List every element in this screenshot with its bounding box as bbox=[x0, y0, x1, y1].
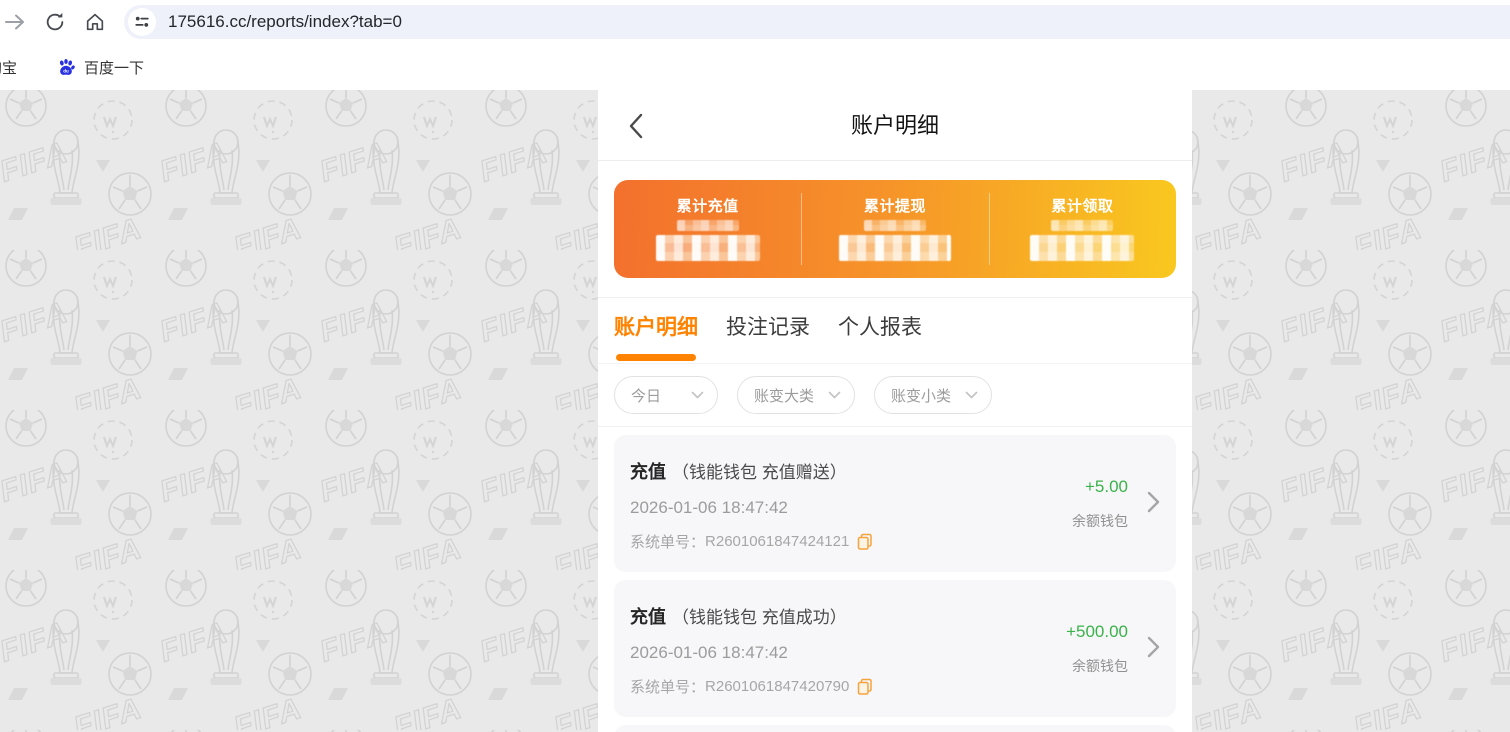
chevron-down-icon bbox=[691, 391, 704, 399]
back-icon[interactable] bbox=[628, 112, 646, 140]
transaction-amount: +5.00 bbox=[1084, 477, 1128, 496]
order-number: R2601061847420790 bbox=[705, 678, 850, 695]
app-container: 账户明细 累计充值 累计提现 累计领取 账户明细 投注记录 个人报表 今日 账变… bbox=[598, 90, 1192, 732]
censored-withdraw-value bbox=[838, 235, 951, 261]
transaction-detail: （钱能钱包 充值赠送） bbox=[672, 463, 847, 482]
transaction-wallet: 余额钱包 bbox=[1072, 513, 1128, 529]
censored-value-fragment bbox=[863, 220, 926, 231]
active-tab-underline bbox=[616, 354, 696, 361]
tab-personal-report[interactable]: 个人报表 bbox=[838, 315, 922, 361]
svg-text:du: du bbox=[63, 69, 69, 74]
transaction-type: 充值 bbox=[630, 462, 666, 482]
filter-row: 今日 账变大类 账变小类 bbox=[598, 364, 1192, 427]
stat-total-claimed: 累计领取 bbox=[988, 180, 1176, 278]
site-settings-icon[interactable] bbox=[128, 8, 156, 36]
transaction-list: 充值 （钱能钱包 充值赠送） 2026-01-06 18:47:42 系统单号：… bbox=[598, 427, 1192, 732]
transaction-detail: （钱能钱包 充值成功） bbox=[672, 608, 847, 627]
summary-stat-card: 累计充值 累计提现 累计领取 bbox=[614, 180, 1176, 278]
stat-total-deposit: 累计充值 bbox=[614, 180, 801, 278]
bookmark-baidu[interactable]: du 百度一下 bbox=[56, 57, 144, 78]
chevron-down-icon bbox=[828, 391, 841, 399]
forward-icon[interactable] bbox=[2, 9, 28, 35]
filter-major-category-dropdown[interactable]: 账变大类 bbox=[737, 376, 855, 414]
censored-value-fragment bbox=[676, 220, 739, 231]
transaction-order-row: 系统单号： R2601061847420790 bbox=[630, 676, 1160, 697]
transaction-card-partial[interactable] bbox=[614, 725, 1176, 732]
chevron-down-icon bbox=[965, 391, 978, 399]
transaction-card[interactable]: 充值 （钱能钱包 充值赠送） 2026-01-06 18:47:42 系统单号：… bbox=[614, 435, 1176, 572]
tab-bar: 账户明细 投注记录 个人报表 bbox=[598, 298, 1192, 364]
censored-value-fragment bbox=[1051, 220, 1114, 231]
chevron-right-icon[interactable] bbox=[1147, 491, 1160, 518]
copy-icon[interactable] bbox=[857, 678, 873, 695]
order-number: R2601061847424121 bbox=[705, 533, 850, 550]
transaction-order-row: 系统单号： R2601061847424121 bbox=[630, 531, 1160, 552]
filter-date-dropdown[interactable]: 今日 bbox=[614, 376, 718, 414]
baidu-icon: du bbox=[56, 57, 76, 77]
reload-icon[interactable] bbox=[42, 9, 68, 35]
transaction-amount: +500.00 bbox=[1066, 622, 1128, 641]
chevron-right-icon[interactable] bbox=[1147, 636, 1160, 663]
summary-section: 累计充值 累计提现 累计领取 bbox=[598, 161, 1192, 298]
stat-total-withdraw: 累计提现 bbox=[801, 180, 988, 278]
transaction-wallet: 余额钱包 bbox=[1072, 658, 1128, 674]
transaction-card[interactable]: 充值 （钱能钱包 充值成功） 2026-01-06 18:47:42 系统单号：… bbox=[614, 580, 1176, 717]
order-label: 系统单号： bbox=[630, 679, 706, 696]
browser-toolbar: 175616.cc/reports/index?tab=0 bbox=[0, 0, 1510, 44]
home-icon[interactable] bbox=[82, 9, 108, 35]
bookmark-taobao[interactable]: 淘宝 bbox=[0, 57, 26, 78]
tab-bet-records[interactable]: 投注记录 bbox=[726, 315, 810, 361]
filter-minor-category-dropdown[interactable]: 账变小类 bbox=[874, 376, 992, 414]
url-text[interactable]: 175616.cc/reports/index?tab=0 bbox=[168, 12, 402, 32]
app-header: 账户明细 bbox=[598, 90, 1192, 161]
browser-chrome: 175616.cc/reports/index?tab=0 淘宝 du 百度一下 bbox=[0, 0, 1510, 90]
page-title: 账户明细 bbox=[850, 113, 939, 138]
order-label: 系统单号： bbox=[630, 534, 706, 551]
censored-claimed-value bbox=[1030, 235, 1135, 261]
bookmarks-bar: 淘宝 du 百度一下 bbox=[0, 44, 1510, 90]
tab-account-details[interactable]: 账户明细 bbox=[614, 315, 698, 361]
page-background: FIFA FIFA 账户明细 bbox=[0, 90, 1510, 732]
censored-deposit-value bbox=[655, 235, 760, 261]
transaction-type: 充值 bbox=[630, 607, 666, 627]
url-bar[interactable]: 175616.cc/reports/index?tab=0 bbox=[124, 5, 1510, 39]
copy-icon[interactable] bbox=[857, 533, 873, 550]
